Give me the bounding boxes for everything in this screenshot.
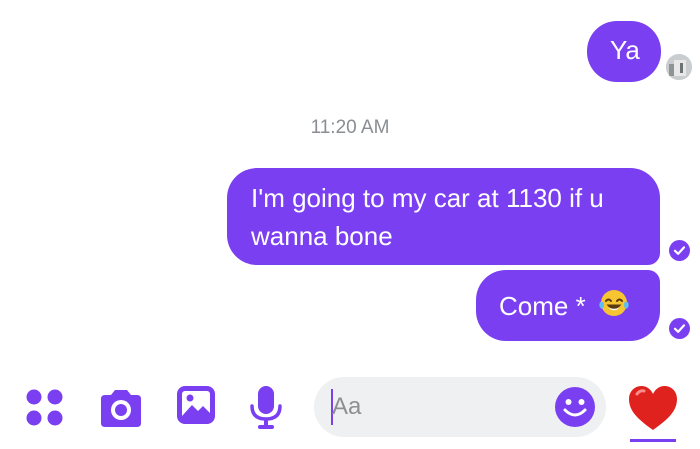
avatar-image-icon: [666, 54, 692, 80]
laughing-tears-emoji-icon: [597, 286, 631, 330]
message-input[interactable]: [332, 391, 542, 423]
message-bubble[interactable]: Ya: [587, 21, 661, 82]
heart-icon[interactable]: [626, 382, 680, 449]
message-text: I'm going to my car at 1130 if u wanna b…: [251, 183, 604, 251]
apps-icon[interactable]: [24, 387, 66, 434]
delivered-check-icon: [669, 240, 690, 261]
message-text: Ya: [610, 35, 640, 65]
avatar[interactable]: [666, 54, 692, 80]
message-bubble[interactable]: Come *: [476, 270, 660, 341]
message-input-box[interactable]: [314, 377, 606, 437]
camera-icon[interactable]: [97, 387, 145, 434]
microphone-icon[interactable]: [248, 384, 284, 435]
message-bubble[interactable]: I'm going to my car at 1130 if u wanna b…: [227, 168, 660, 265]
message-text: Come *: [499, 290, 586, 321]
message-thread: Ya 11:20 AM I'm going to my car at 1130 …: [0, 0, 700, 362]
image-icon[interactable]: [176, 385, 216, 430]
message-timestamp: 11:20 AM: [310, 117, 390, 138]
smiley-icon[interactable]: [554, 386, 596, 433]
delivered-check-icon: [669, 318, 690, 339]
